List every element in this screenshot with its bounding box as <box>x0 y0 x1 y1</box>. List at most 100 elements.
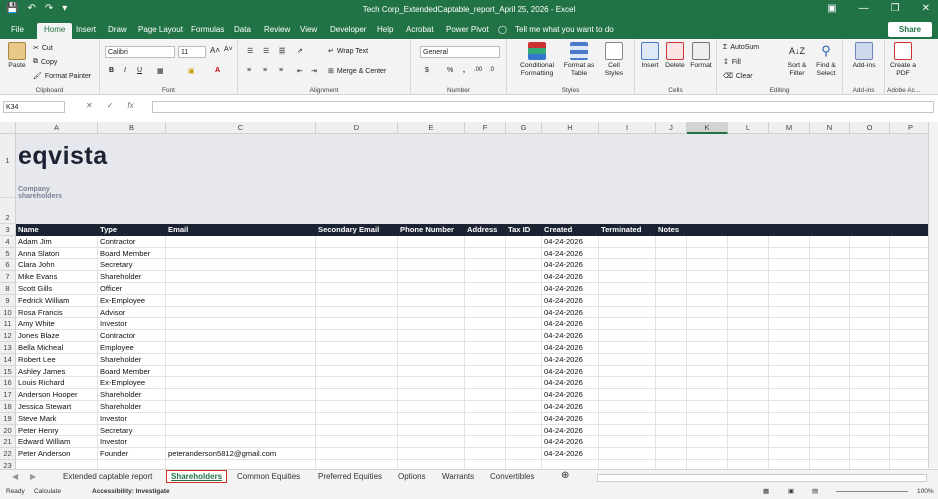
cell-name[interactable]: Anna Slaton <box>16 247 98 260</box>
format-painter-button[interactable]: 🖌 Format Painter <box>33 72 91 81</box>
table-cell[interactable] <box>465 389 506 401</box>
cell-name[interactable]: Adam Jim <box>16 235 98 248</box>
cell-name[interactable]: Rosa Francis <box>16 306 98 319</box>
table-cell[interactable] <box>656 235 687 248</box>
cell-created[interactable]: 04-24-2026 <box>542 283 599 295</box>
align-left-icon[interactable]: ≡ <box>247 67 251 74</box>
table-cell[interactable] <box>890 283 932 295</box>
table-cell[interactable] <box>398 294 465 307</box>
fill-button[interactable]: ↧ Fill <box>723 58 741 67</box>
format-as-table-button[interactable]: Format as Table <box>561 42 597 78</box>
table-cell[interactable] <box>506 401 542 413</box>
cell-type[interactable]: Officer <box>98 283 166 295</box>
align-right-icon[interactable]: ≡ <box>279 67 283 74</box>
status-accessibility[interactable]: Accessibility: Investigate <box>92 488 170 495</box>
cell-email[interactable] <box>166 318 316 331</box>
table-cell[interactable] <box>728 259 769 272</box>
row-header-1[interactable]: 1 <box>0 134 16 198</box>
table-cell[interactable] <box>850 448 890 460</box>
table-cell[interactable] <box>687 283 728 295</box>
table-cell[interactable] <box>398 436 465 449</box>
table-cell[interactable] <box>687 330 728 342</box>
table-cell[interactable] <box>890 306 932 319</box>
table-cell[interactable] <box>599 294 656 307</box>
increase-indent-icon[interactable]: ⇥ <box>311 67 317 75</box>
scroll-tabs-right-icon[interactable]: ▶ <box>30 472 36 481</box>
table-cell[interactable] <box>398 365 465 378</box>
cell-type[interactable]: Board Member <box>98 365 166 378</box>
table-cell[interactable] <box>850 353 890 366</box>
table-cell[interactable] <box>465 306 506 319</box>
tab-acrobat[interactable]: Acrobat <box>406 25 434 34</box>
table-cell[interactable] <box>850 318 890 331</box>
table-cell[interactable] <box>465 377 506 390</box>
table-cell[interactable] <box>810 436 850 449</box>
cell-email[interactable] <box>166 259 316 272</box>
table-cell[interactable] <box>687 436 728 449</box>
copy-button[interactable]: ⧉ Copy <box>33 58 57 66</box>
table-cell[interactable] <box>890 377 932 390</box>
percent-icon[interactable]: % <box>447 67 453 74</box>
sort-filter-button[interactable]: A↓Z Sort & Filter <box>783 42 811 78</box>
table-cell[interactable] <box>506 294 542 307</box>
table-cell[interactable] <box>728 342 769 354</box>
table-cell[interactable] <box>465 401 506 413</box>
table-cell[interactable] <box>506 342 542 354</box>
normal-view-icon[interactable]: ▦ <box>763 487 769 495</box>
table-cell[interactable] <box>465 365 506 378</box>
cell-created[interactable]: 04-24-2026 <box>542 318 599 331</box>
table-cell[interactable] <box>728 389 769 401</box>
table-cell[interactable] <box>810 424 850 437</box>
table-cell[interactable] <box>890 448 932 460</box>
table-cell[interactable] <box>810 271 850 283</box>
table-cell[interactable] <box>687 247 728 260</box>
formula-input[interactable] <box>152 101 934 113</box>
table-cell[interactable] <box>398 235 465 248</box>
table-cell[interactable] <box>599 436 656 449</box>
horizontal-scrollbar[interactable] <box>597 474 927 482</box>
table-cell[interactable] <box>850 401 890 413</box>
wrap-text-button[interactable]: ↵ Wrap Text <box>328 47 368 56</box>
table-cell[interactable] <box>890 342 932 354</box>
table-cell[interactable] <box>890 235 932 248</box>
table-cell[interactable] <box>599 247 656 260</box>
table-cell[interactable] <box>810 365 850 378</box>
table-cell[interactable] <box>398 389 465 401</box>
page-break-view-icon[interactable]: ▤ <box>812 487 818 495</box>
table-cell[interactable] <box>465 259 506 272</box>
table-cell[interactable] <box>599 271 656 283</box>
table-cell[interactable] <box>316 436 398 449</box>
addins-button[interactable]: Add-ins <box>848 42 880 70</box>
table-cell[interactable] <box>465 424 506 437</box>
row-header-3[interactable]: 3 <box>0 224 16 236</box>
row-header[interactable]: 11 <box>0 318 16 331</box>
table-cell[interactable] <box>656 271 687 283</box>
table-cell[interactable] <box>728 424 769 437</box>
table-cell[interactable] <box>769 353 810 366</box>
cell-email[interactable] <box>166 283 316 295</box>
cell-type[interactable]: Shareholder <box>98 353 166 366</box>
insert-function-icon[interactable]: fx <box>127 101 133 110</box>
cell-type[interactable]: Investor <box>98 318 166 331</box>
table-cell[interactable] <box>687 412 728 425</box>
table-cell[interactable] <box>316 365 398 378</box>
sheet-tab-shareholders[interactable]: Shareholders <box>166 470 228 483</box>
cell-email[interactable] <box>166 424 316 437</box>
row-header[interactable]: 16 <box>0 377 16 390</box>
table-cell[interactable] <box>810 389 850 401</box>
table-cell[interactable] <box>656 306 687 319</box>
font-name-dropdown[interactable]: Calibri <box>105 46 175 58</box>
cell-name[interactable]: Bella Micheal <box>16 342 98 354</box>
table-cell[interactable] <box>465 235 506 248</box>
table-cell[interactable] <box>810 283 850 295</box>
table-cell[interactable] <box>728 330 769 342</box>
cell-type[interactable]: Secretary <box>98 259 166 272</box>
share-button[interactable]: Share <box>888 22 932 37</box>
table-cell[interactable] <box>465 353 506 366</box>
table-cell[interactable] <box>316 235 398 248</box>
italic-icon[interactable]: I <box>124 67 126 74</box>
name-box[interactable]: K34 <box>3 101 65 113</box>
table-cell[interactable] <box>398 247 465 260</box>
row-header[interactable]: 12 <box>0 330 16 342</box>
tab-file[interactable]: File <box>11 25 24 34</box>
